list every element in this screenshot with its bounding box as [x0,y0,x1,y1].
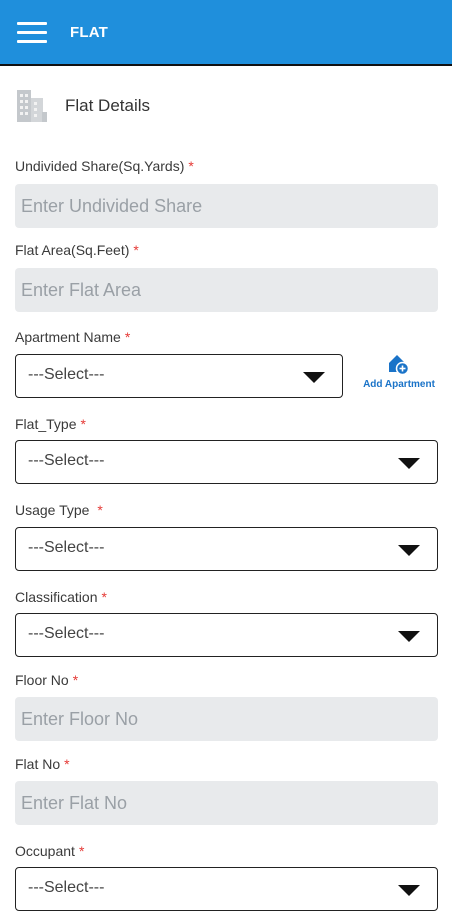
required-mark: * [97,502,103,518]
occupant-select[interactable]: ---Select--- [15,867,438,911]
building-icon [17,90,47,122]
required-mark: * [72,672,79,688]
dropdown-arrow-icon [398,885,420,896]
undivided-share-label: Undivided Share(Sq.Yards) * [15,158,194,174]
flat-type-value: ---Select--- [28,452,105,469]
apartment-name-value: ---Select--- [28,366,105,383]
classification-label: Classification * [15,589,107,605]
app-bar: FLAT [0,0,452,66]
required-mark: * [78,843,85,859]
undivided-share-placeholder: Enter Undivided Share [21,195,203,216]
apartment-name-label: Apartment Name * [15,329,131,345]
required-mark: * [124,329,131,345]
floor-no-label: Floor No * [15,672,79,688]
dropdown-arrow-icon [398,458,420,469]
add-apartment-button[interactable]: Add Apartment [358,352,440,396]
required-mark: * [133,242,139,258]
required-mark: * [64,756,70,772]
flat-area-label: Flat Area(Sq.Feet) * [15,242,139,258]
flat-area-input[interactable]: Enter Flat Area [15,268,438,312]
flat-type-label: Flat_Type * [15,416,86,432]
hamburger-menu-icon[interactable] [17,22,47,44]
add-apartment-label: Add Apartment [363,379,435,390]
dropdown-arrow-icon [398,545,420,556]
occupant-value: ---Select--- [28,879,105,896]
flat-type-select[interactable]: ---Select--- [15,440,438,484]
dropdown-arrow-icon [398,631,420,642]
required-mark: * [80,416,86,432]
apartment-name-select[interactable]: ---Select--- [15,354,343,398]
floor-no-placeholder: Enter Floor No [21,708,139,729]
flat-no-input[interactable]: Enter Flat No [15,781,438,825]
required-mark: * [188,158,194,174]
usage-type-select[interactable]: ---Select--- [15,527,438,571]
section-title: Flat Details [65,96,151,115]
usage-type-value: ---Select--- [28,539,105,556]
flat-area-placeholder: Enter Flat Area [21,279,142,300]
undivided-share-input[interactable]: Enter Undivided Share [15,184,438,228]
flat-no-label: Flat No * [15,756,70,772]
classification-value: ---Select--- [28,625,105,642]
classification-select[interactable]: ---Select--- [15,613,438,657]
required-mark: * [101,589,107,605]
usage-type-label: Usage Type * [15,502,103,518]
flat-no-placeholder: Enter Flat No [21,792,128,813]
dropdown-arrow-icon [303,372,325,383]
floor-no-input[interactable]: Enter Floor No [15,697,438,741]
page-title: FLAT [70,24,109,41]
occupant-label: Occupant * [15,843,85,859]
add-home-icon [389,355,410,376]
section-header: Flat Details [15,86,315,126]
